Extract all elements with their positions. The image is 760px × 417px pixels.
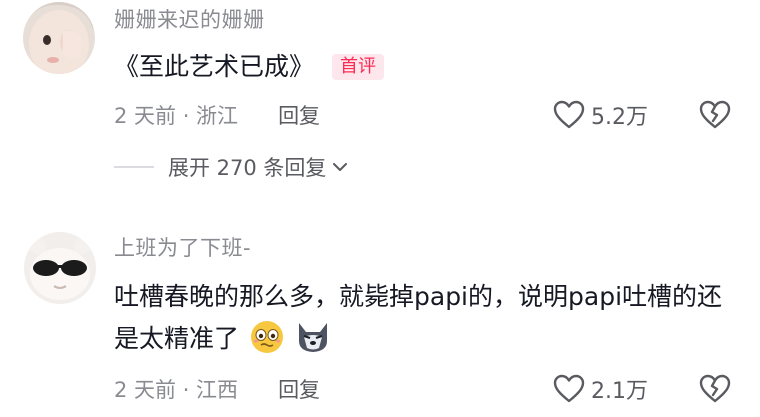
like-count: 5.2万 bbox=[591, 105, 648, 130]
comment-text-body: 吐槽春晚的那么多，就毙掉papi的，说明papi吐槽的还是太精准了 bbox=[114, 282, 723, 353]
like-button[interactable]: 2.1万 bbox=[553, 372, 648, 406]
expand-replies-label: 展开 270 条回复 bbox=[168, 156, 327, 180]
expand-replies-button[interactable]: 展开 270 条回复 bbox=[114, 150, 348, 184]
comment-item: 姗姗来迟的姗姗 《至此艺术已成》 首评 2 天前 · 浙江 回复 5.2万 展开 … bbox=[0, 0, 760, 210]
username[interactable]: 姗姗来迟的姗姗 bbox=[114, 4, 265, 34]
reply-button[interactable]: 回复 bbox=[278, 100, 320, 130]
heart-outline-icon bbox=[553, 100, 585, 129]
comment-item: 上班为了下班- 吐槽春晚的那么多，就毙掉papi的，说明papi吐槽的还是太精准… bbox=[0, 222, 760, 417]
first-comment-badge: 首评 bbox=[332, 54, 385, 80]
time-location: 2 天前 · 浙江 bbox=[114, 104, 239, 128]
dislike-button[interactable] bbox=[698, 99, 732, 131]
broken-heart-icon bbox=[699, 100, 731, 129]
like-count: 2.1万 bbox=[591, 379, 648, 404]
time-location: 2 天前 · 江西 bbox=[114, 378, 239, 402]
avatar[interactable] bbox=[24, 232, 96, 304]
broken-heart-icon bbox=[699, 374, 731, 403]
avatar[interactable] bbox=[23, 2, 95, 74]
divider-line bbox=[114, 166, 154, 168]
worried-face-emoji bbox=[250, 321, 283, 353]
like-button[interactable]: 5.2万 bbox=[553, 98, 648, 132]
username[interactable]: 上班为了下班- bbox=[114, 232, 251, 262]
comment-meta: 2 天前 · 江西 回复 bbox=[114, 372, 320, 406]
wolf-emoji bbox=[298, 323, 327, 352]
heart-outline-icon bbox=[553, 374, 585, 403]
comment-meta: 2 天前 · 浙江 回复 bbox=[114, 98, 320, 132]
comment-text: 《至此艺术已成》 首评 bbox=[114, 46, 385, 88]
chevron-down-icon bbox=[333, 163, 348, 171]
reply-button[interactable]: 回复 bbox=[278, 374, 320, 404]
dislike-button[interactable] bbox=[698, 373, 732, 405]
comment-text-body: 《至此艺术已成》 bbox=[114, 52, 315, 81]
comment-text: 吐槽春晚的那么多，就毙掉papi的，说明papi吐槽的还是太精准了 bbox=[114, 276, 734, 360]
